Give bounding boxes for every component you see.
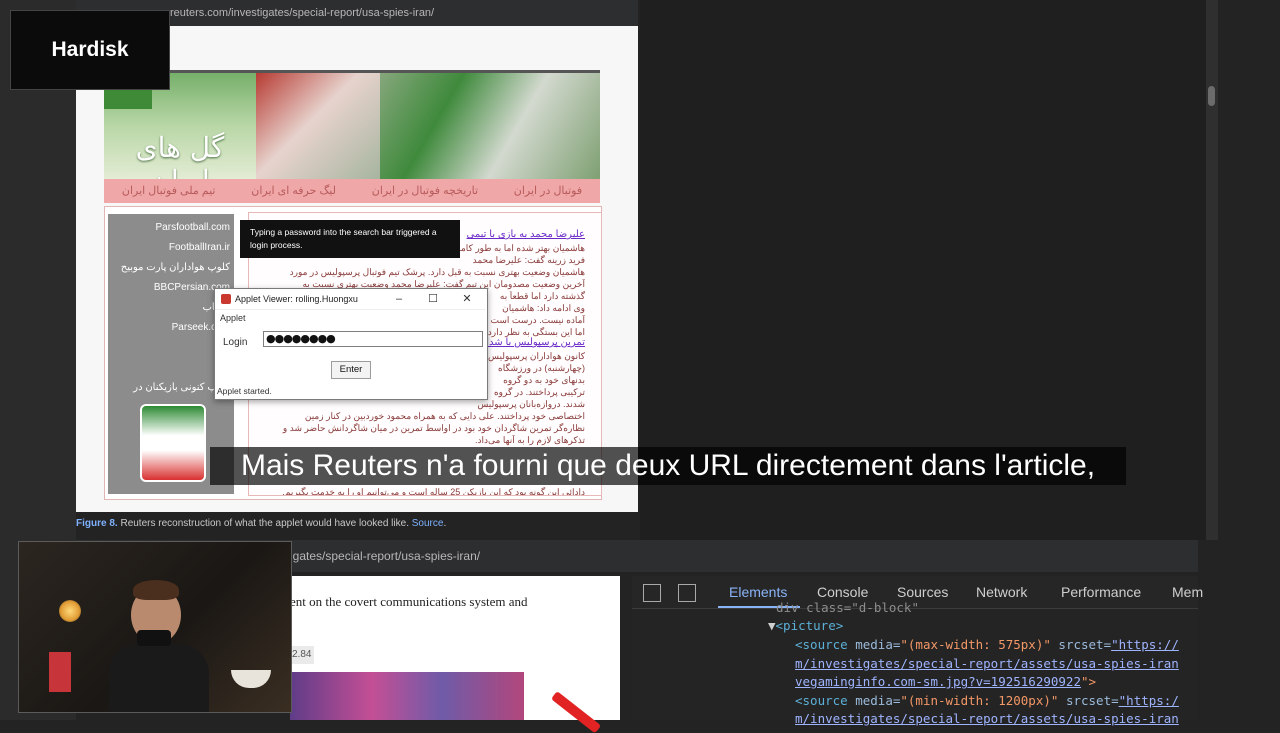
lower-article-text: ent on the covert communications system … [290,594,528,609]
sidebar-link[interactable]: Parsfootball.com [116,218,230,238]
dom-value: "(min-width: 1200px)" [900,693,1059,708]
sidebar-links: Parsfootball.com FootballIran.ir کلوپ هو… [116,218,230,398]
expand-arrow-icon[interactable]: ▼ [768,618,776,633]
dom-attr: media= [855,637,901,652]
applet-status: Applet started. [217,386,272,396]
dom-line-source-2[interactable]: <source media="(min-width: 1200px)" srcs… [795,693,1179,708]
lower-article-image [290,672,524,720]
article-line: دادائی این گونه بود که این بازیکن 25 سال… [282,487,585,496]
dom-line: div class="d-block" [776,600,919,615]
banner-nav-item[interactable]: لیگ حرفه ای ایران [251,179,336,203]
banner-photo-fans [380,73,600,179]
banner-nav: فوتبال در ایران تاریخچه فوتبال در ایران … [104,179,600,203]
device-toolbar-icon[interactable] [678,584,696,602]
dom-line-source-1[interactable]: <source media="(max-width: 575px)" srcse… [795,637,1179,652]
banner-nav-item[interactable]: تاریخچه فوتبال در ایران [372,179,478,203]
banner-nav-item[interactable]: فوتبال در ایران [514,179,582,203]
applet-title: Applet Viewer: rolling.Huongxu [235,294,358,304]
dom-link[interactable]: "https:// [1111,637,1179,652]
tab-performance[interactable]: Performance [1061,584,1141,600]
webcam-overlay [18,541,292,713]
dom-link[interactable]: vegaminginfo.com-sm.jpg?v=192516290922 [795,674,1081,689]
dom-value: "(max-width: 575px)" [900,637,1051,652]
inspect-element-icon[interactable] [643,584,661,602]
source-link[interactable]: Source [412,518,444,529]
dom-attr: srcset= [1050,637,1112,652]
tab-memory[interactable]: Mem [1172,584,1203,600]
dom-link[interactable]: "https:/ [1119,693,1179,708]
caption-period: . [443,518,447,529]
sidebar-link[interactable]: FootballIran.ir [116,238,230,258]
red-mug [49,652,71,692]
website-banner: گل های ایران فوتبال در ایران تاریخچه فوت… [104,70,600,203]
iran-football-federation-emblem [140,404,206,482]
tab-elements[interactable]: Elements [729,584,787,600]
presenter-body [109,644,209,712]
minimize-icon[interactable]: – [389,290,409,308]
applet-viewer-window: Applet Viewer: rolling.Huongxu – ☐ ✕ App… [214,288,488,400]
dom-line-picture[interactable]: ▼<picture> [768,618,843,633]
sidebar-link[interactable]: BBCPersian.com [116,278,230,298]
article-line: هاشمیان وضعیت بهتری نسبت به قبل دارد. پر… [289,267,585,277]
sidebar-link[interactable] [116,338,230,358]
maximize-icon[interactable]: ☐ [423,290,443,308]
banner-nav-item[interactable]: تیم ملی فوتبال ایران [122,179,216,203]
scrollbar-track[interactable] [1206,0,1218,540]
dom-attr: media= [855,693,901,708]
channel-logo: Hardisk [10,10,170,90]
password-tooltip: Typing a password into the search bar tr… [240,220,460,258]
dom-line-source-1-end[interactable]: vegaminginfo.com-sm.jpg?v=192516290922"> [795,674,1096,689]
banner-photo-players [256,73,380,179]
article-link-training[interactable]: تمرین پرسپولیس با شدایی [475,337,585,348]
sidebar-link[interactable]: کلوپ هواداران پارت موبیح [116,258,230,278]
caption-text: Reuters reconstruction of what the apple… [117,518,412,529]
sidebar-link[interactable]: کلوپ کنونی بازیکنان در [116,378,230,398]
scrollbar-thumb[interactable] [1208,86,1215,106]
figure-number: Figure 8. [76,518,118,529]
dom-tag: <source [795,637,856,652]
bowl [231,670,271,688]
sidebar-link[interactable]: Parseek.com [116,318,230,338]
dom-link[interactable]: m/investigates/special-report/assets/usa… [795,711,1179,726]
presenter-hair [133,580,179,600]
sidebar-link[interactable] [116,358,230,378]
article-line: نظاره‌گر تمرین شاگردان خود بود در اواسط … [282,423,585,433]
sidebar-link[interactable]: انتخاب [116,298,231,318]
dom-value: "> [1080,674,1097,689]
lamp-light [59,600,81,622]
microphone [137,630,171,646]
article-line: شدند. دروازه‌بانان پرسپولیس [477,399,585,409]
dom-attr: srcset= [1058,693,1119,708]
article-line: اختصاصی خود پرداختند. علی دایی که به همر… [304,411,585,421]
dom-tag: <picture> [775,618,844,633]
dom-tag: <source [795,693,856,708]
tab-sources[interactable]: Sources [897,584,948,600]
password-field[interactable]: ●●●●●●●● [263,331,483,347]
java-icon [221,294,231,304]
dom-link[interactable]: m/investigates/special-report/assets/usa… [795,656,1179,671]
applet-titlebar[interactable]: Applet Viewer: rolling.Huongxu – ☐ ✕ [215,289,485,309]
figure-caption: Figure 8. Reuters reconstruction of what… [76,518,446,529]
enter-button[interactable]: Enter [331,361,371,379]
article-line: تذکرهای لازم را به آنها می‌داد. [475,435,585,445]
tab-console[interactable]: Console [817,584,868,600]
address-bar-lower[interactable]: igates/special-report/usa-spies-iran/ [290,545,480,567]
tab-network[interactable]: Network [976,584,1027,600]
close-icon[interactable]: ✕ [457,290,477,308]
video-subtitle: Mais Reuters n'a fourni que deux URL dir… [210,447,1126,485]
login-label: Login [223,337,248,348]
article-headline-link[interactable]: علیرضا محمد به بازی با تیمی [467,229,585,240]
lower-number-badge: 2.84 [290,646,314,664]
applet-menu[interactable]: Applet [215,309,485,325]
channel-logo-text: Hardisk [51,38,129,61]
